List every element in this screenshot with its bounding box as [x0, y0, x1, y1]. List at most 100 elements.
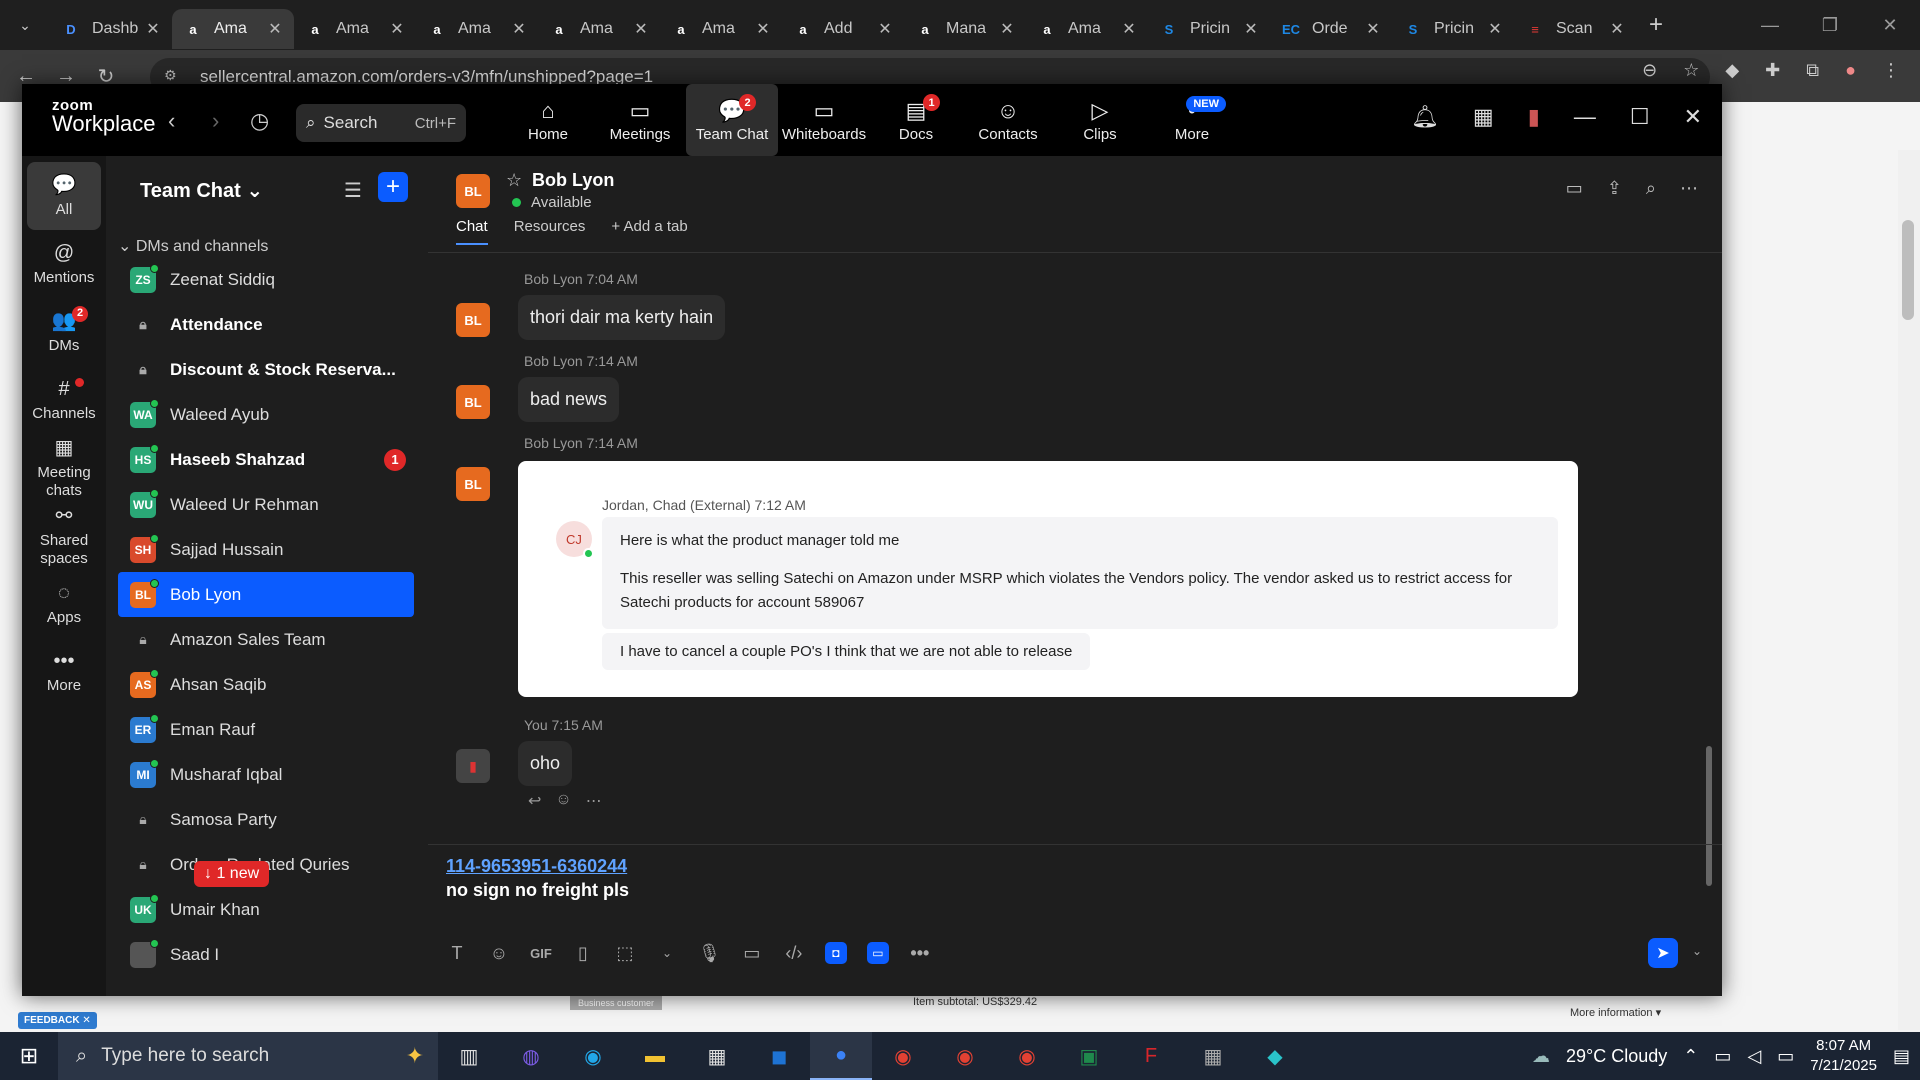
zoom-minimize-button[interactable]: —	[1574, 104, 1596, 130]
more-options-icon[interactable]: ⋯	[586, 791, 602, 811]
extension-icon[interactable]: ◆	[1725, 60, 1739, 81]
send-options-chevron-icon[interactable]: ⌄	[1692, 944, 1702, 958]
browser-tab[interactable]: a Ama ✕	[172, 9, 294, 49]
tab-close-icon[interactable]: ✕	[1486, 19, 1504, 39]
rail-shared-spaces[interactable]: ⚯ Shared spaces	[22, 502, 106, 570]
bookmark-star-icon[interactable]: ☆	[1683, 60, 1699, 81]
browser-minimize-button[interactable]: —	[1740, 0, 1800, 50]
message-composer-input[interactable]: no sign no freight pls	[446, 880, 629, 901]
nav-clips[interactable]: ▷ Clips	[1054, 84, 1146, 156]
tab-close-icon[interactable]: ✕	[144, 19, 162, 39]
composer-link-text[interactable]: 114-9653951-6360244	[446, 856, 627, 877]
edge-icon[interactable]: ◉	[562, 1032, 624, 1080]
dm-item[interactable]: UK Umair Khan	[118, 887, 414, 932]
new-chat-button[interactable]: +	[378, 172, 408, 202]
dm-item[interactable]: Saad I	[118, 932, 414, 977]
taskbar-search[interactable]: ⌕ Type here to search ✦	[58, 1032, 438, 1080]
nav-whiteboards[interactable]: ▭ Whiteboards	[778, 84, 870, 156]
extensions-puzzle-icon[interactable]: ⧉	[1806, 60, 1819, 81]
message-bubble[interactable]: bad news	[518, 377, 620, 422]
calendar-icon[interactable]: ▦	[1473, 104, 1494, 130]
notifications-icon[interactable]: ▤	[1893, 1046, 1910, 1067]
more-options-icon[interactable]: ⋯	[1680, 178, 1698, 199]
dm-item[interactable]: ER Eman Rauf	[118, 707, 414, 752]
tab-close-icon[interactable]: ✕	[876, 19, 894, 39]
code-icon[interactable]: ‹/›	[783, 943, 805, 964]
chrome-icon[interactable]: ◉	[996, 1032, 1058, 1080]
channel-item[interactable]: 🔒︎ Samosa Party	[118, 797, 414, 842]
chrome-icon[interactable]: ◉	[934, 1032, 996, 1080]
dm-item[interactable]: MI Musharaf Iqbal	[118, 752, 414, 797]
zoom-taskbar-icon[interactable]: ●	[810, 1032, 872, 1080]
rail-more[interactable]: ••• More	[22, 638, 106, 706]
browser-tab[interactable]: S Pricin ✕	[1148, 9, 1270, 49]
filezilla-icon[interactable]: F	[1120, 1032, 1182, 1080]
tab-close-icon[interactable]: ✕	[998, 19, 1016, 39]
excel-icon[interactable]: ▣	[1058, 1032, 1120, 1080]
browser-menu-icon[interactable]: ⋮	[1882, 60, 1900, 81]
tab-close-icon[interactable]: ✕	[510, 19, 528, 39]
start-button[interactable]: ⊞	[0, 1043, 58, 1069]
tab-close-icon[interactable]: ✕	[266, 19, 284, 39]
chevron-down-icon[interactable]: ⌄	[656, 946, 678, 960]
rail-all[interactable]: 💬 All	[27, 162, 101, 230]
forward-icon[interactable]: ›	[212, 108, 219, 134]
tab-search-chevron-icon[interactable]: ⌄	[0, 0, 50, 50]
nav-team-chat[interactable]: 💬 Team Chat 2	[686, 84, 778, 156]
tab-close-icon[interactable]: ✕	[754, 19, 772, 39]
app-icon[interactable]: ▭	[866, 942, 889, 964]
zoom-close-button[interactable]: ✕	[1684, 104, 1702, 130]
browser-tab[interactable]: a Ama ✕	[1026, 9, 1148, 49]
app-icon[interactable]: ◆	[1244, 1032, 1306, 1080]
zoom-maximize-button[interactable]: ☐	[1630, 104, 1650, 130]
network-icon[interactable]: ▭	[1714, 1046, 1731, 1067]
page-scrollbar[interactable]	[1898, 150, 1920, 1030]
browser-tab[interactable]: EC Orde ✕	[1270, 9, 1392, 49]
chat-scrollbar[interactable]	[1706, 746, 1712, 886]
calculator-icon[interactable]: ▦	[1182, 1032, 1244, 1080]
dm-item[interactable]: ZS Zeenat Siddiq	[118, 257, 414, 302]
tab-close-icon[interactable]: ✕	[1120, 19, 1138, 39]
dm-item[interactable]: SH Sajjad Hussain	[118, 527, 414, 572]
chrome-icon[interactable]: ◉	[872, 1032, 934, 1080]
dms-and-channels-header[interactable]: ⌄ DMs and channels	[118, 236, 268, 256]
channel-item[interactable]: 🔒︎ Attendance	[118, 302, 414, 347]
tab-close-icon[interactable]: ✕	[1364, 19, 1382, 39]
forwarded-message-card[interactable]: Jordan, Chad (External) 7:12 AM CJ Here …	[518, 461, 1578, 697]
tab-close-icon[interactable]: ✕	[632, 19, 650, 39]
profile-avatar[interactable]: ●	[1845, 60, 1856, 81]
nav-home[interactable]: ⌂ Home	[502, 84, 594, 156]
chevron-up-icon[interactable]: ⌃	[1683, 1046, 1698, 1067]
browser-tab[interactable]: a Mana ✕	[904, 9, 1026, 49]
more-information-link[interactable]: More information ▾	[1570, 1006, 1661, 1019]
emoji-icon[interactable]: ☺	[488, 943, 510, 964]
star-icon[interactable]: ☆	[506, 170, 522, 191]
sender-avatar[interactable]: BL	[456, 385, 490, 419]
message-bubble[interactable]: oho	[518, 741, 573, 786]
browser-tab[interactable]: S Pricin ✕	[1392, 9, 1514, 49]
copilot-icon[interactable]: ◍	[500, 1032, 562, 1080]
browser-tab[interactable]: a Ama ✕	[416, 9, 538, 49]
reply-icon[interactable]: ↩	[528, 791, 541, 811]
rail-channels[interactable]: # Channels	[22, 366, 106, 434]
back-icon[interactable]: ‹	[168, 108, 175, 134]
sender-avatar[interactable]: BL	[456, 303, 490, 337]
zoom-search-button[interactable]: ⌕ Search Ctrl+F	[296, 104, 466, 142]
weather-icon[interactable]: ☁	[1532, 1046, 1550, 1067]
outlook-icon[interactable]: ◼	[748, 1032, 810, 1080]
dm-item[interactable]: WU Waleed Ur Rehman	[118, 482, 414, 527]
chat-contact-name[interactable]: Bob Lyon	[532, 170, 614, 191]
my-avatar[interactable]: ▮	[456, 749, 490, 783]
browser-tab[interactable]: D Dashb ✕	[50, 9, 172, 49]
dm-item[interactable]: HS Haseeb Shahzad 1	[118, 437, 414, 482]
channel-item[interactable]: 🔒︎ Discount & Stock Reserva...	[118, 347, 414, 392]
clock[interactable]: 8:07 AM 7/21/2025	[1810, 1036, 1877, 1076]
user-avatar[interactable]: ▮	[1528, 104, 1540, 130]
nav-more[interactable]: •MoreNEW	[1146, 84, 1238, 156]
more-options-icon[interactable]: •••	[909, 943, 931, 964]
nav-contacts[interactable]: ☺ Contacts	[962, 84, 1054, 156]
notifications-bell-icon[interactable]: 🔔︎	[1411, 104, 1439, 130]
dm-item[interactable]: WA Waleed Ayub	[118, 392, 414, 437]
app-icon[interactable]: ◘	[824, 942, 847, 964]
tab-resources[interactable]: Resources	[514, 218, 586, 245]
